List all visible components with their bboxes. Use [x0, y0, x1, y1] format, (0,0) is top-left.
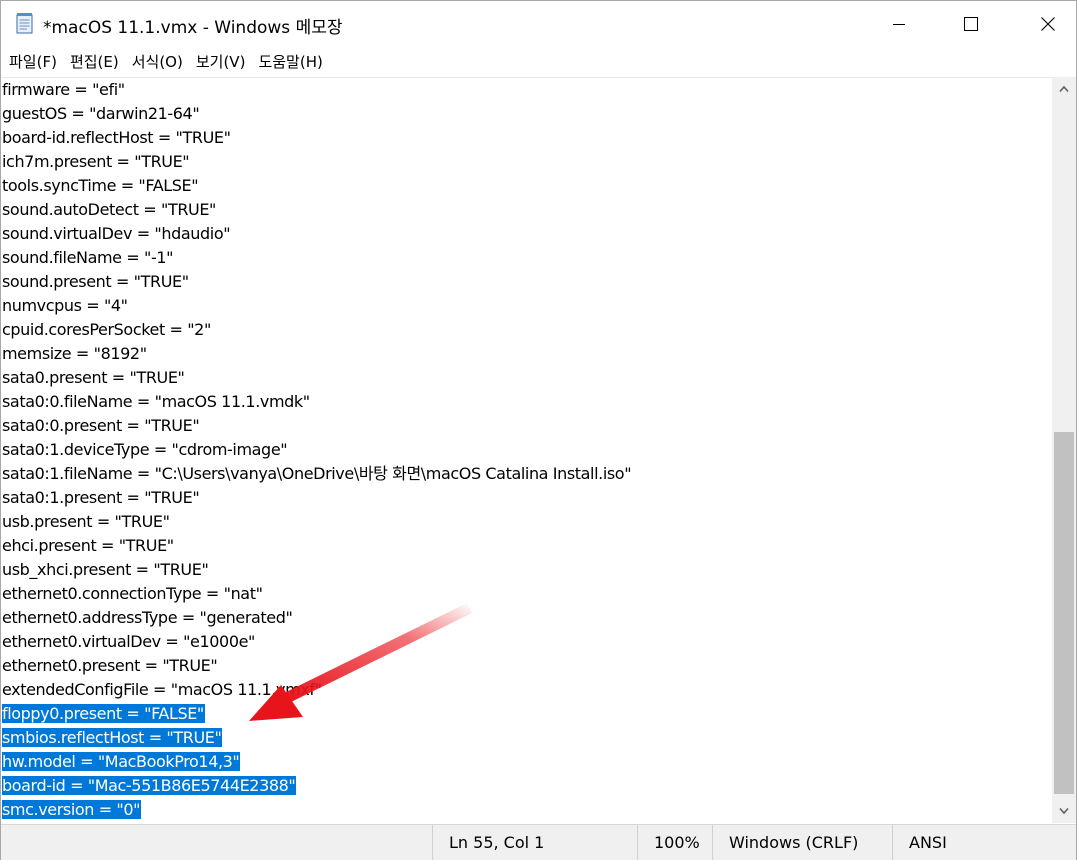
text-line[interactable]: sata0.present = "TRUE": [2, 366, 1052, 390]
line-ending: Windows (CRLF): [712, 825, 892, 860]
text-editor[interactable]: firmware = "efi" guestOS = "darwin21-64"…: [2, 77, 1052, 823]
menu-view[interactable]: 보기(V): [191, 48, 251, 76]
title-bar[interactable]: *macOS 11.1.vmx - Windows 메모장: [1, 1, 1076, 46]
menu-edit[interactable]: 편집(E): [65, 48, 124, 76]
menu-file[interactable]: 파일(F): [4, 48, 62, 76]
scroll-up-button[interactable]: [1052, 77, 1076, 101]
text-line[interactable]: ehci.present = "TRUE": [2, 534, 1052, 558]
notepad-icon: [15, 12, 35, 34]
window-title: *macOS 11.1.vmx - Windows 메모장: [43, 18, 343, 38]
minimize-button[interactable]: [876, 1, 922, 46]
text-line[interactable]: usb_xhci.present = "TRUE": [2, 558, 1052, 582]
selected-text-line[interactable]: smc.version = "0": [2, 798, 1052, 822]
close-icon: [1041, 16, 1055, 31]
text-line[interactable]: memsize = "8192": [2, 342, 1052, 366]
text-line[interactable]: tools.syncTime = "FALSE": [2, 174, 1052, 198]
text-line[interactable]: sata0:1.deviceType = "cdrom-image": [2, 438, 1052, 462]
status-bar: Ln 55, Col 1 100% Windows (CRLF) ANSI: [1, 824, 1076, 860]
text-line[interactable]: extendedConfigFile = "macOS 11.1.vmxf": [2, 678, 1052, 702]
menu-bar: 파일(F) 편집(E) 서식(O) 보기(V) 도움말(H): [1, 47, 1076, 77]
notepad-window: *macOS 11.1.vmx - Windows 메모장 파일(F) 편집(E…: [0, 0, 1077, 860]
text-line[interactable]: ich7m.present = "TRUE": [2, 150, 1052, 174]
text-line[interactable]: sound.virtualDev = "hdaudio": [2, 222, 1052, 246]
text-line[interactable]: sata0:0.present = "TRUE": [2, 414, 1052, 438]
scroll-thumb[interactable]: [1054, 432, 1074, 794]
text-line[interactable]: numvcpus = "4": [2, 294, 1052, 318]
cursor-position: Ln 55, Col 1: [432, 825, 637, 860]
chevron-down-icon: [1059, 807, 1069, 815]
menu-help[interactable]: 도움말(H): [253, 48, 327, 76]
text-line[interactable]: cpuid.coresPerSocket = "2": [2, 318, 1052, 342]
maximize-icon: [964, 16, 978, 31]
zoom-level: 100%: [637, 825, 712, 860]
text-line[interactable]: sound.autoDetect = "TRUE": [2, 198, 1052, 222]
text-line[interactable]: sound.present = "TRUE": [2, 270, 1052, 294]
text-line[interactable]: guestOS = "darwin21-64": [2, 102, 1052, 126]
selected-text-line[interactable]: floppy0.present = "FALSE": [2, 702, 1052, 726]
text-line[interactable]: sata0:0.fileName = "macOS 11.1.vmdk": [2, 390, 1052, 414]
text-line[interactable]: sata0:1.fileName = "C:\Users\vanya\OneDr…: [2, 462, 1052, 486]
selected-text-line[interactable]: board-id = "Mac-551B86E5744E2388": [2, 774, 1052, 798]
selected-text-line[interactable]: hw.model = "MacBookPro14,3": [2, 750, 1052, 774]
vertical-scrollbar[interactable]: [1052, 77, 1076, 823]
minimize-icon: [893, 23, 905, 25]
text-line[interactable]: ethernet0.present = "TRUE": [2, 654, 1052, 678]
scroll-down-button[interactable]: [1052, 799, 1076, 823]
selected-text-line[interactable]: smbios.reflectHost = "TRUE": [2, 726, 1052, 750]
chevron-up-icon: [1059, 85, 1069, 93]
text-line[interactable]: sata0:1.present = "TRUE": [2, 486, 1052, 510]
encoding: ANSI: [892, 825, 1076, 860]
text-line[interactable]: usb.present = "TRUE": [2, 510, 1052, 534]
text-line[interactable]: sound.fileName = "-1": [2, 246, 1052, 270]
text-line[interactable]: ethernet0.connectionType = "nat": [2, 582, 1052, 606]
maximize-button[interactable]: [948, 1, 994, 46]
close-button[interactable]: [1020, 1, 1076, 46]
menu-format[interactable]: 서식(O): [127, 48, 188, 76]
text-line[interactable]: ethernet0.addressType = "generated": [2, 606, 1052, 630]
text-line[interactable]: ethernet0.virtualDev = "e1000e": [2, 630, 1052, 654]
text-line[interactable]: firmware = "efi": [2, 78, 1052, 102]
text-line[interactable]: board-id.reflectHost = "TRUE": [2, 126, 1052, 150]
